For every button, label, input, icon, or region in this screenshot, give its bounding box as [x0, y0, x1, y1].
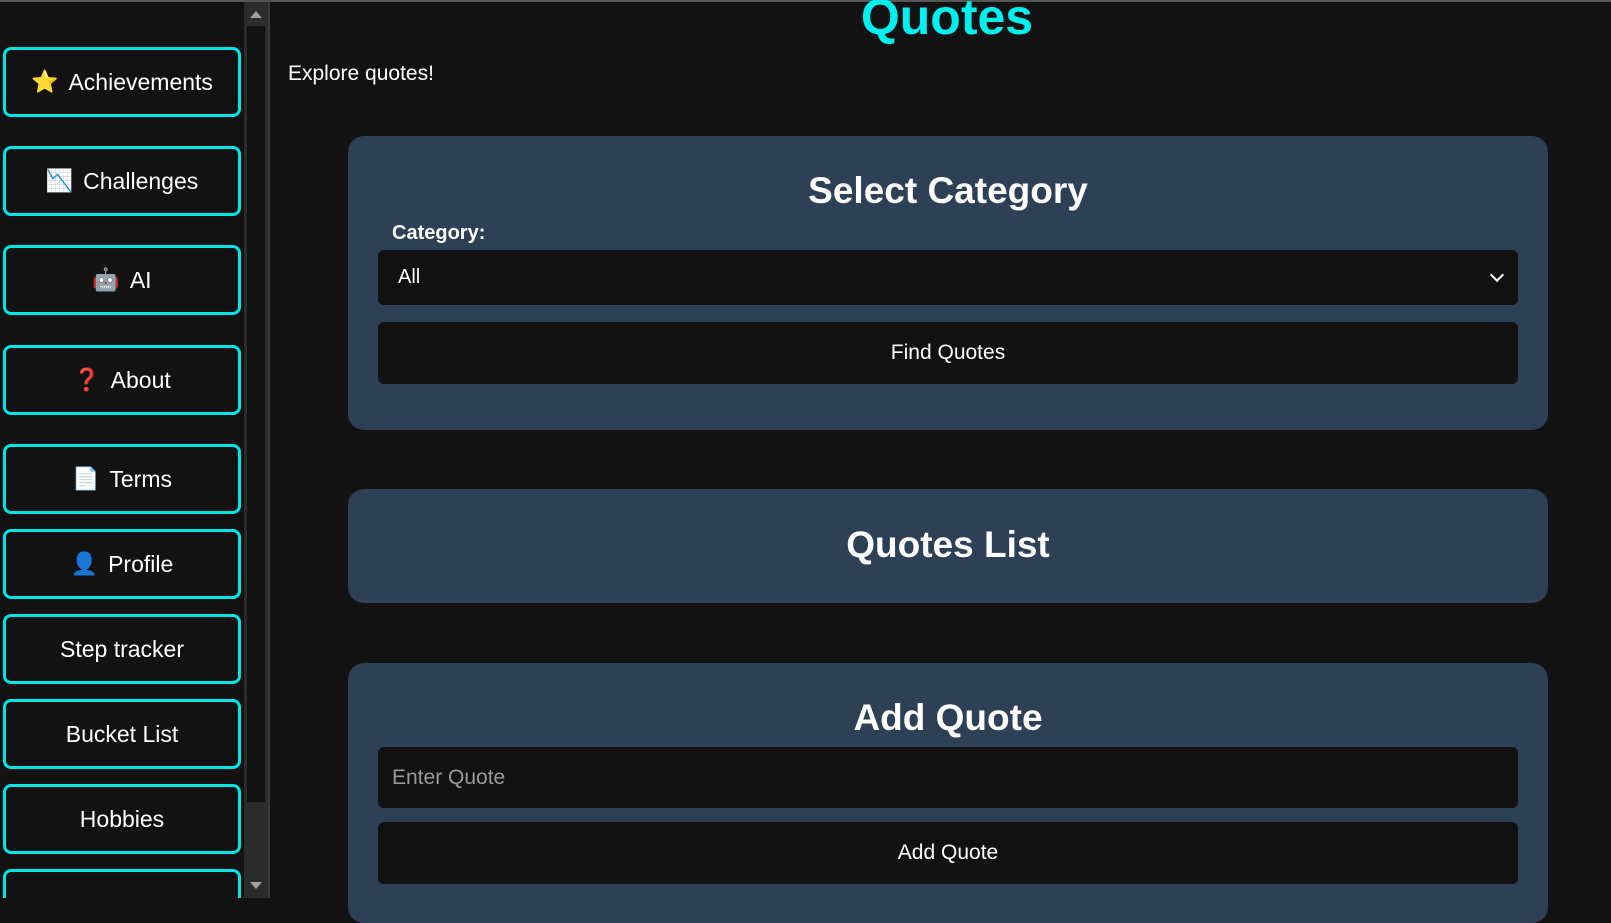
- sidebar-item-challenges[interactable]: 📉 Challenges: [3, 146, 241, 216]
- chevron-down-icon: [1489, 267, 1505, 283]
- find-quotes-button[interactable]: Find Quotes: [378, 322, 1518, 384]
- category-label: Category:: [392, 222, 486, 244]
- user-silhouette-icon: 👤: [70, 551, 99, 576]
- sidebar-item-step-tracker[interactable]: Step tracker: [3, 614, 241, 684]
- scrollbar-thumb[interactable]: [247, 26, 265, 802]
- robot-icon: 🤖: [92, 267, 120, 292]
- page-title: Quotes: [860, 0, 1034, 45]
- sidebar-item-ai[interactable]: 🤖 AI: [3, 245, 241, 315]
- sidebar-item-label: Bucket List: [65, 720, 179, 747]
- sidebar: ⭐ Achievements 📉 Challenges 🤖 AI ❓ About…: [0, 2, 244, 898]
- sidebar-scrollbar[interactable]: [244, 2, 268, 898]
- add-quote-heading: Add Quote: [853, 697, 1043, 738]
- category-selected-value: All: [398, 266, 421, 288]
- sidebar-item-terms[interactable]: 📄 Terms: [3, 444, 241, 514]
- quotes-list-heading: Quotes List: [846, 524, 1050, 565]
- chart-decreasing-icon: 📉: [45, 168, 74, 193]
- select-category-card: Select Category Category: All Find Quote…: [348, 136, 1548, 430]
- sidebar-item-label: Hobbies: [79, 805, 165, 832]
- document-icon: 📄: [71, 466, 100, 491]
- scroll-down-arrow-icon[interactable]: [250, 882, 262, 889]
- quotes-list-card: Quotes List: [348, 489, 1548, 603]
- sidebar-item-label: Terms: [109, 465, 173, 492]
- sidebar-item-label: Profile: [108, 550, 174, 577]
- sidebar-item-bucket-list[interactable]: Bucket List: [3, 699, 241, 769]
- sidebar-item-achievements[interactable]: ⭐ Achievements: [3, 47, 241, 117]
- quote-input[interactable]: [378, 747, 1518, 808]
- scroll-up-arrow-icon[interactable]: [250, 11, 262, 18]
- sidebar-item-hobbies[interactable]: Hobbies: [3, 784, 241, 854]
- star-icon: ⭐: [31, 69, 59, 94]
- select-category-heading: Select Category: [808, 170, 1088, 211]
- intro-text: Explore quotes!: [288, 62, 434, 85]
- sidebar-item-label: Challenges: [83, 167, 199, 194]
- sidebar-item-about[interactable]: ❓ About: [3, 345, 241, 415]
- sidebar-item-next[interactable]: [3, 869, 241, 898]
- add-quote-card: Add Quote Add Quote: [348, 663, 1548, 923]
- sidebar-item-label: Step tracker: [60, 635, 184, 662]
- sidebar-item-label: AI: [129, 266, 152, 293]
- sidebar-item-label: About: [110, 366, 171, 393]
- add-quote-button[interactable]: Add Quote: [378, 822, 1518, 884]
- sidebar-item-label: Achievements: [68, 68, 213, 95]
- sidebar-item-profile[interactable]: 👤 Profile: [3, 529, 241, 599]
- main-content: Quotes Explore quotes! Select Category C…: [270, 0, 1611, 923]
- question-mark-icon: ❓: [73, 367, 101, 392]
- category-select[interactable]: All: [378, 250, 1518, 305]
